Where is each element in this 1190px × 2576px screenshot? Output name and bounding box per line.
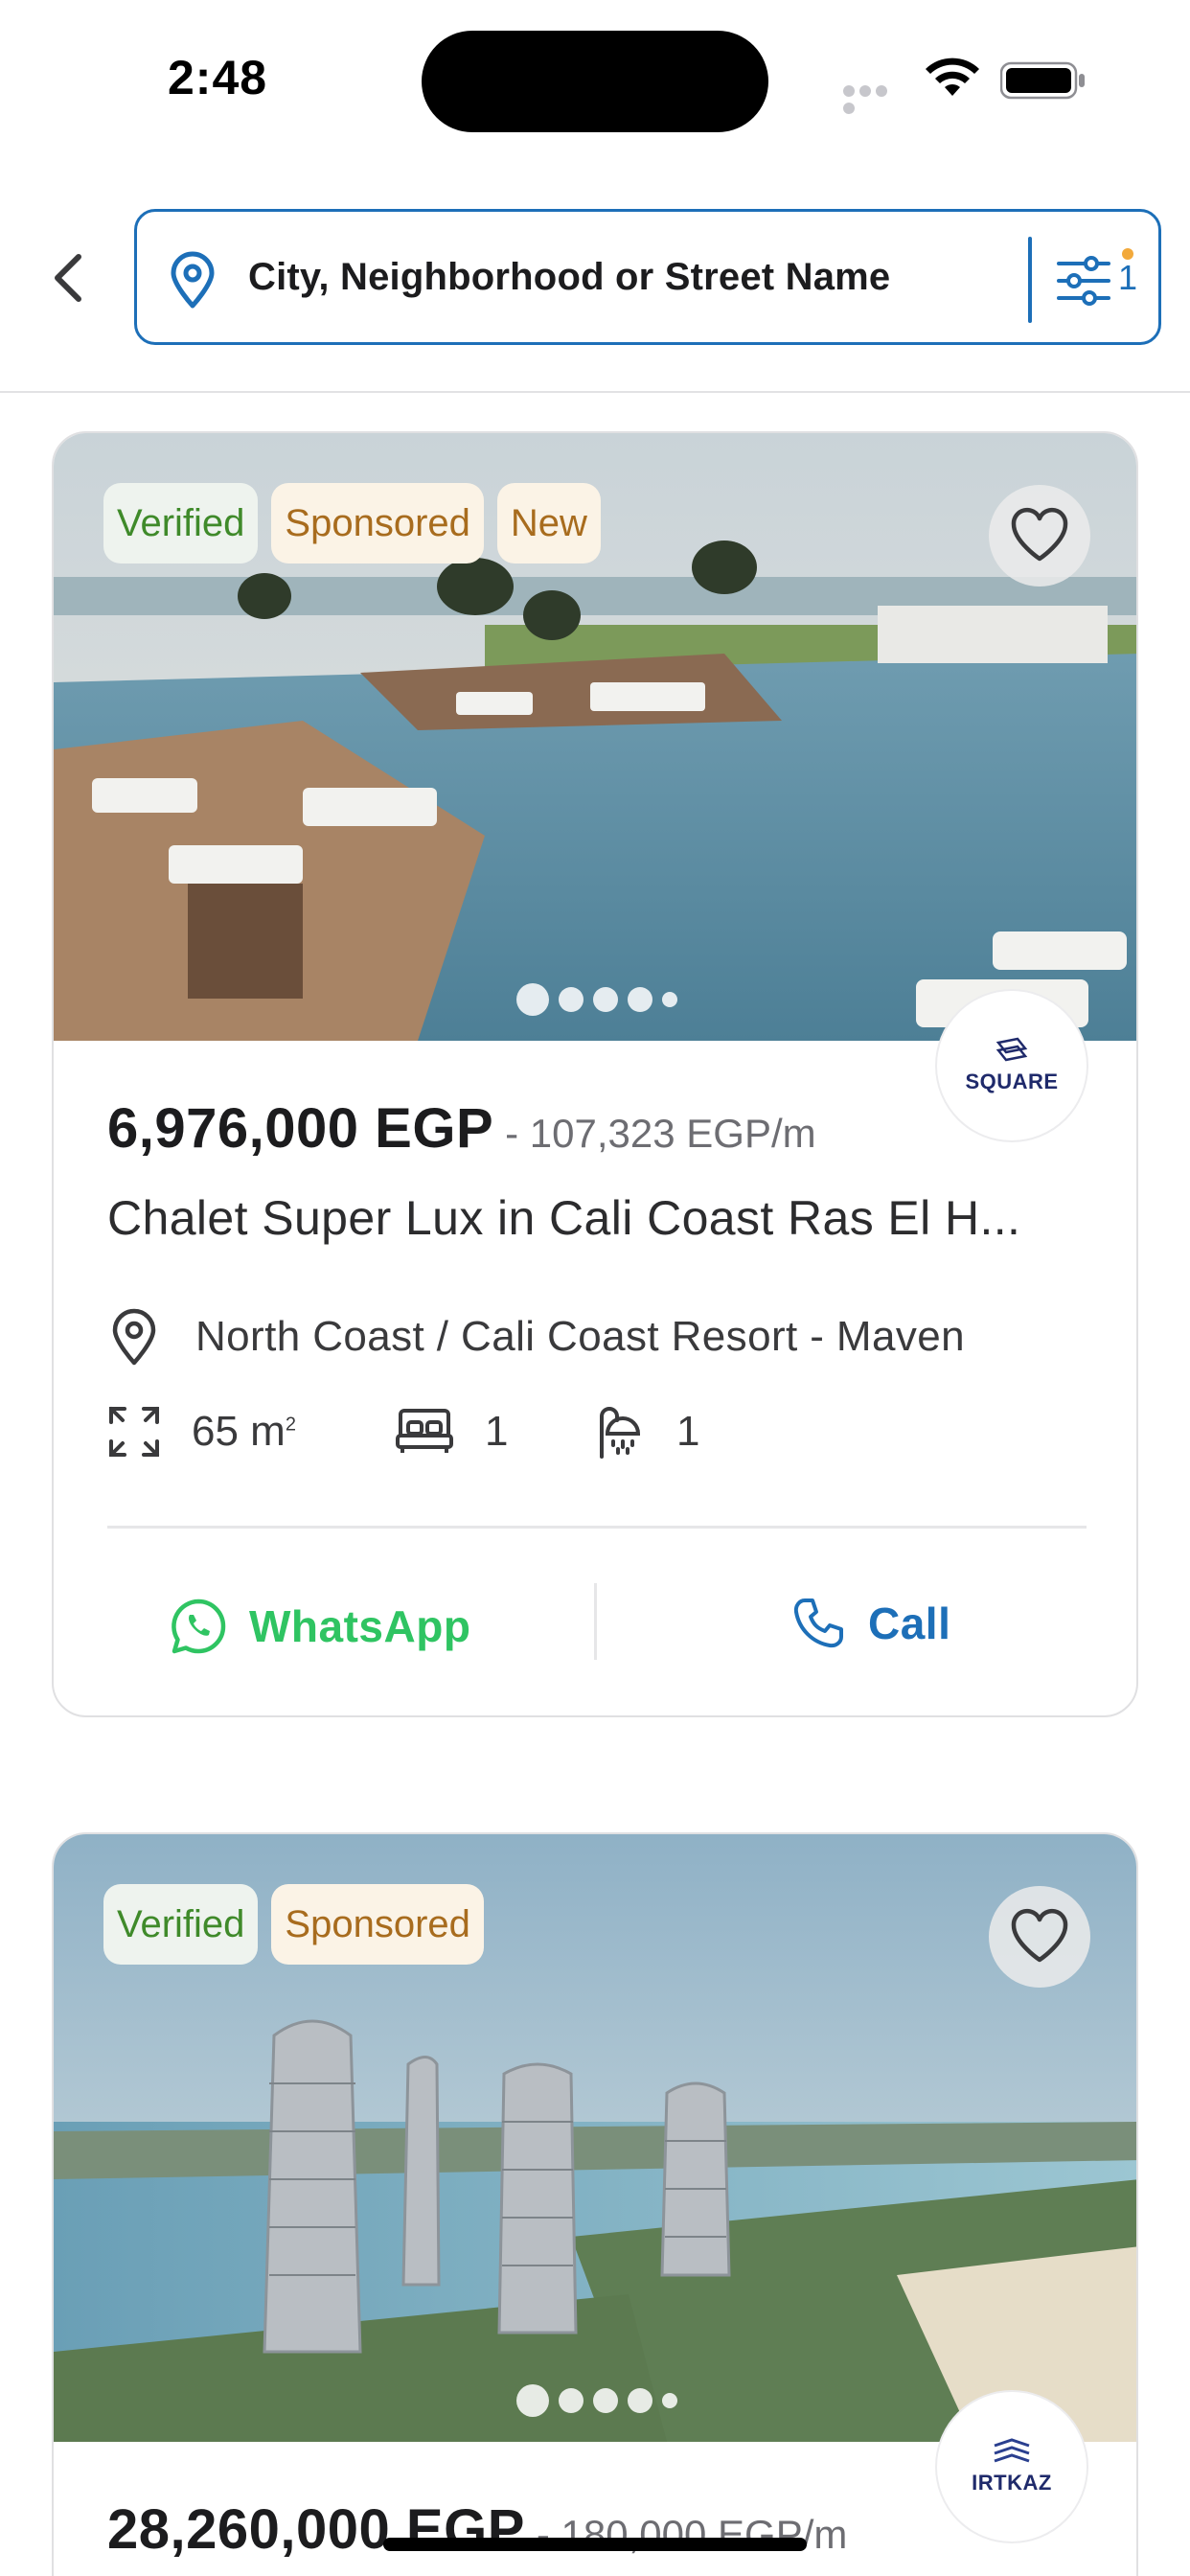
beds-spec: 1 xyxy=(395,1407,596,1457)
action-separator xyxy=(594,1583,597,1660)
price-per-meter: - 107,323 EGP/m xyxy=(505,1111,816,1156)
heart-icon xyxy=(1011,507,1068,562)
shower-icon xyxy=(600,1407,641,1459)
filter-sliders-icon xyxy=(1057,256,1110,306)
filter-count: 1 xyxy=(1118,258,1138,297)
baths-spec: 1 xyxy=(596,1405,699,1459)
agency-logo[interactable]: IRTKAZ xyxy=(935,2390,1088,2543)
wifi-icon xyxy=(926,58,979,96)
baths-value: 1 xyxy=(676,1408,700,1455)
pager-dot xyxy=(559,2388,584,2413)
status-time: 2:48 xyxy=(168,51,268,104)
search-bar[interactable]: City, Neighborhood or Street Name 1 xyxy=(134,209,1161,345)
heart-icon xyxy=(1011,1908,1068,1963)
pager-dot xyxy=(628,987,652,1012)
verified-badge: Verified xyxy=(103,483,259,564)
specs-row: 65 m2 1 1 xyxy=(107,1405,699,1459)
whatsapp-icon xyxy=(172,1598,226,1654)
listing-card[interactable]: Verified Sponsored IRTKAZ 28,260,000 EGP… xyxy=(52,1832,1138,2576)
irtkaz-logo-mark xyxy=(994,2438,1030,2463)
bed-icon xyxy=(396,1409,453,1453)
pager-dot-active xyxy=(516,983,549,1016)
favorite-button[interactable] xyxy=(989,1886,1090,1988)
expand-area-icon xyxy=(109,1407,159,1457)
area-unit-sup: 2 xyxy=(285,1414,296,1436)
area-spec: 65 m2 xyxy=(107,1405,395,1459)
back-button[interactable] xyxy=(38,240,96,316)
square-logo-mark xyxy=(995,1037,1028,1062)
pager-dot xyxy=(593,987,618,1012)
agency-logo-text: SQUARE xyxy=(965,1070,1059,1093)
location-pin-icon xyxy=(171,251,215,309)
area-value: 65 m xyxy=(192,1408,286,1455)
listing-image[interactable]: Verified Sponsored xyxy=(54,1834,1136,2442)
listing-image[interactable]: Verified Sponsored New xyxy=(54,433,1136,1041)
pager-dot xyxy=(593,2388,618,2413)
listing-price: 6,976,000 EGP xyxy=(107,1097,494,1160)
price-row: 6,976,000 EGP - 107,323 EGP/m xyxy=(107,1096,816,1161)
sponsored-badge: Sponsored xyxy=(271,1884,484,1965)
new-badge: New xyxy=(496,483,601,564)
call-button[interactable]: Call xyxy=(791,1597,950,1650)
agency-logo[interactable]: SQUARE xyxy=(935,989,1088,1142)
pager-dot xyxy=(559,987,584,1012)
chevron-left-icon xyxy=(55,254,81,302)
beds-value: 1 xyxy=(485,1408,509,1455)
search-input[interactable]: City, Neighborhood or Street Name xyxy=(248,256,890,299)
whatsapp-label: WhatsApp xyxy=(249,1601,471,1651)
favorite-button[interactable] xyxy=(989,485,1090,586)
whatsapp-button[interactable]: WhatsApp xyxy=(169,1597,470,1656)
pager-dot-active xyxy=(516,2384,549,2417)
listing-price: 28,260,000 EGP xyxy=(107,2498,525,2561)
listing-card[interactable]: Verified Sponsored New SQUARE 6,976,000 … xyxy=(52,431,1138,1717)
dynamic-island xyxy=(422,31,768,132)
call-label: Call xyxy=(868,1598,951,1648)
home-indicator[interactable] xyxy=(383,2538,807,2551)
listing-title[interactable]: Chalet Super Lux in Cali Coast Ras El H.… xyxy=(107,1190,1085,1246)
pager-dot xyxy=(662,992,677,1007)
search-header: City, Neighborhood or Street Name 1 xyxy=(0,153,1190,393)
search-divider xyxy=(1028,237,1032,323)
pager-dot xyxy=(662,2393,677,2408)
location-pin-icon xyxy=(112,1308,156,1366)
badge-group: Verified Sponsored New xyxy=(103,483,601,564)
card-divider xyxy=(107,1526,1087,1529)
filter-button[interactable]: 1 xyxy=(1055,241,1151,321)
price-row: 28,260,000 EGP - 180,000 EGP/m xyxy=(107,2497,847,2562)
sponsored-badge: Sponsored xyxy=(271,483,484,564)
status-bar: 2:48 xyxy=(0,0,1190,153)
pager-dot xyxy=(628,2388,652,2413)
phone-icon xyxy=(793,1598,843,1648)
badge-group: Verified Sponsored xyxy=(103,1884,484,1965)
verified-badge: Verified xyxy=(103,1884,259,1965)
cellular-signal-icon xyxy=(843,84,906,114)
listing-location: North Coast / Cali Coast Resort - Maven xyxy=(195,1313,965,1360)
contact-actions: WhatsApp Call xyxy=(54,1535,1136,1715)
battery-icon xyxy=(1000,61,1085,100)
agency-logo-text: IRTKAZ xyxy=(972,2471,1052,2495)
location-row: North Coast / Cali Coast Resort - Maven xyxy=(107,1307,965,1367)
